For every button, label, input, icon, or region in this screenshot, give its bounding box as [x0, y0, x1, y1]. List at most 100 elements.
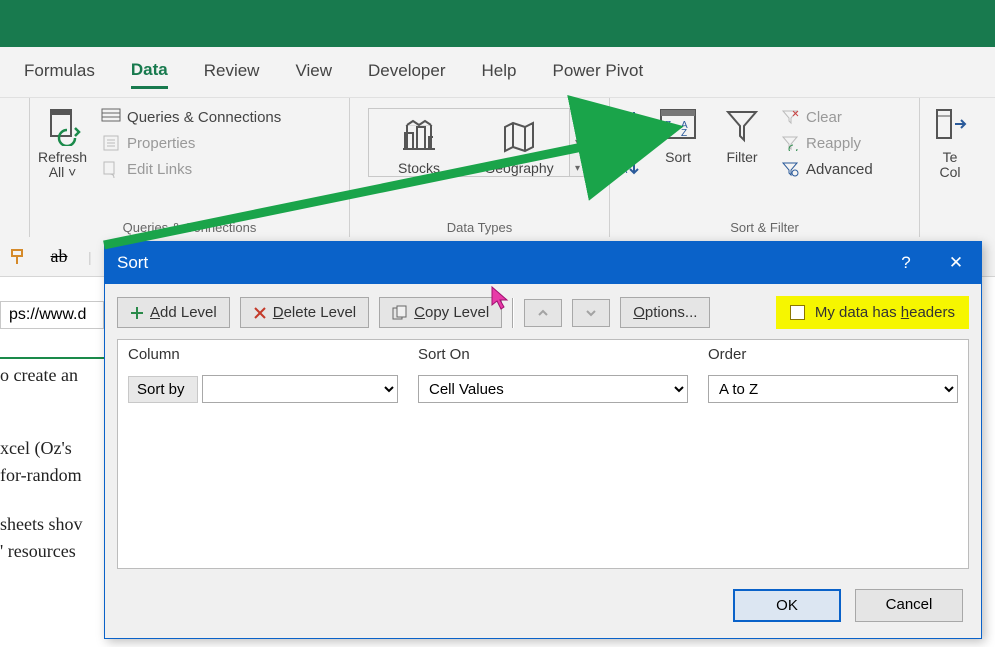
move-down-button[interactable] [572, 299, 610, 327]
text-to-columns-icon [926, 104, 974, 148]
group-label-sortfilter: Sort & Filter [610, 220, 919, 235]
svg-text:Z: Z [620, 152, 627, 164]
stocks-button[interactable]: Stocks [369, 109, 469, 176]
properties-icon [101, 133, 121, 153]
ribbon-group-sortfilter: AZ ZA ZAAZ Sort Filter [610, 98, 920, 237]
advanced-icon [780, 159, 800, 179]
column-header: Column [118, 340, 408, 369]
filter-label: Filter [726, 150, 757, 165]
sort-dialog-icon: ZAAZ [654, 104, 702, 148]
order-header: Order [698, 340, 968, 369]
queries-connections-icon [101, 107, 121, 127]
sorton-select[interactable]: Cell Values [418, 375, 688, 403]
chevron-up-icon [536, 306, 550, 320]
reapply-icon [780, 133, 800, 153]
chevron-down-icon [584, 306, 598, 320]
ribbon: RefreshAll ˅ Queries & Connections Prope… [0, 97, 995, 237]
order-select[interactable]: A to Z [708, 375, 958, 403]
options-button[interactable]: Options... [620, 297, 710, 328]
rules-header-row: Column Sort On Order [118, 340, 968, 369]
tab-view[interactable]: View [295, 57, 332, 87]
edit-links-icon [101, 159, 121, 179]
clear-icon [780, 107, 800, 127]
strikethrough-icon[interactable]: ab [48, 246, 70, 268]
sorton-header: Sort On [408, 340, 698, 369]
cell-text-4: ' resources [0, 535, 104, 562]
clear-button[interactable]: Clear [774, 104, 883, 130]
sort-desc-icon[interactable]: ZA [618, 149, 644, 186]
sort-rules-grid: Column Sort On Order Sort by Cell Values… [117, 339, 969, 569]
sort-label: Sort [665, 150, 691, 165]
text-to-columns-button[interactable]: TeCol [920, 98, 980, 181]
delete-level-button[interactable]: Delete Level [240, 297, 369, 328]
app-titlebar [0, 0, 995, 47]
datatypes-scroll[interactable]: ▴ ▾ ▾ [569, 109, 585, 176]
add-level-label: Add Level [150, 304, 217, 321]
reapply-button[interactable]: Reapply [774, 130, 883, 156]
headers-checkbox-area[interactable]: My data has headers [776, 296, 969, 329]
copy-level-button[interactable]: Copy Level [379, 297, 502, 328]
tab-developer[interactable]: Developer [368, 57, 446, 87]
text-to-columns-label: TeCol [939, 150, 960, 181]
sort-asc-icon[interactable]: AZ [618, 106, 644, 143]
ribbon-group-queries: RefreshAll ˅ Queries & Connections Prope… [30, 98, 350, 237]
queries-connections-button[interactable]: Queries & Connections [95, 104, 291, 130]
cell-text-3: sheets shov [0, 508, 104, 535]
refresh-icon [39, 104, 87, 148]
svg-text:A: A [620, 164, 628, 176]
reapply-label: Reapply [806, 135, 861, 152]
cell-text-1: o create an [0, 359, 104, 386]
edit-links-button[interactable]: Edit Links [95, 156, 291, 182]
ribbon-tabs: Formulas Data Review View Developer Help… [0, 47, 995, 97]
sort-rule-row: Sort by Cell Values A to Z [118, 369, 968, 409]
svg-text:A: A [620, 109, 628, 121]
tab-formulas[interactable]: Formulas [24, 57, 95, 87]
dialog-close-button[interactable]: ✕ [931, 242, 981, 284]
ribbon-group-texttocols: TeCol [920, 98, 980, 237]
format-painter-icon[interactable] [8, 246, 30, 268]
ribbon-group-datatypes: Stocks Geography ▴ ▾ ▾ Data Types [350, 98, 610, 237]
cell-link[interactable]: for-random [0, 459, 104, 486]
ok-button[interactable]: OK [733, 589, 841, 622]
dialog-help-button[interactable]: ? [881, 242, 931, 284]
headers-checkbox[interactable] [790, 305, 805, 320]
clear-label: Clear [806, 109, 842, 126]
sortby-label: Sort by [128, 376, 198, 403]
advanced-label: Advanced [806, 161, 873, 178]
move-up-button[interactable] [524, 299, 562, 327]
cancel-button[interactable]: Cancel [855, 589, 963, 622]
refresh-all-label: RefreshAll ˅ [38, 150, 87, 181]
geography-icon [495, 115, 543, 159]
cell-content-fragment[interactable] [0, 301, 104, 329]
tab-data[interactable]: Data [131, 56, 168, 89]
group-label-queries: Queries & Connections [30, 220, 349, 235]
headers-label: My data has headers [815, 304, 955, 321]
tab-review[interactable]: Review [204, 57, 260, 87]
options-label: Options... [633, 304, 697, 321]
refresh-all-button[interactable]: RefreshAll ˅ [30, 98, 95, 210]
properties-button[interactable]: Properties [95, 130, 291, 156]
tab-help[interactable]: Help [482, 57, 517, 87]
stocks-icon [395, 115, 443, 159]
delete-level-label: Delete Level [273, 304, 356, 321]
dialog-titlebar[interactable]: Sort ? ✕ [105, 242, 981, 284]
queries-connections-label: Queries & Connections [127, 109, 281, 126]
svg-text:Z: Z [620, 121, 627, 133]
edit-links-label: Edit Links [127, 161, 192, 178]
advanced-button[interactable]: Advanced [774, 156, 883, 182]
separator [512, 298, 514, 328]
sort-dialog: Sort ? ✕ Add Level Delete Level Copy Lev… [104, 241, 982, 639]
add-level-button[interactable]: Add Level [117, 297, 230, 328]
sort-button[interactable]: ZAAZ Sort [646, 98, 710, 210]
copy-level-label: Copy Level [414, 304, 489, 321]
sortby-column-select[interactable] [202, 375, 398, 403]
dialog-toolbar: Add Level Delete Level Copy Level Option… [105, 284, 981, 339]
dialog-footer: OK Cancel [105, 581, 981, 638]
svg-text:Z: Z [681, 128, 687, 139]
group-label-datatypes: Data Types [350, 220, 609, 235]
filter-button[interactable]: Filter [710, 98, 774, 210]
geography-label: Geography [484, 161, 553, 176]
geography-button[interactable]: Geography [469, 109, 569, 176]
copy-icon [392, 305, 408, 321]
tab-power-pivot[interactable]: Power Pivot [552, 57, 643, 87]
